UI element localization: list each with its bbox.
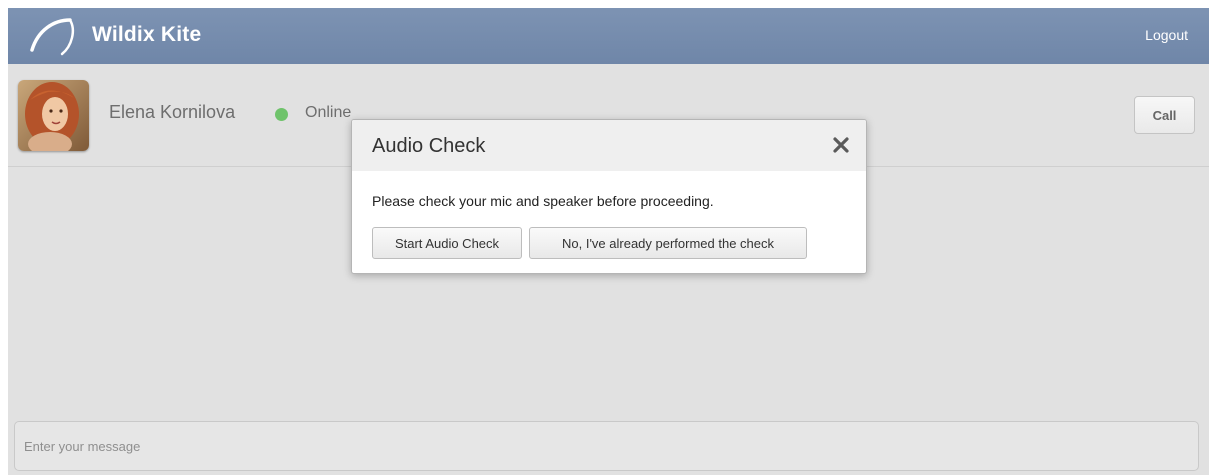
online-status-icon xyxy=(275,108,288,121)
avatar-photo xyxy=(18,80,89,151)
call-button[interactable]: Call xyxy=(1134,96,1195,134)
avatar xyxy=(18,80,89,151)
top-bar: Wildix Kite Logout xyxy=(8,8,1209,64)
logout-link[interactable]: Logout xyxy=(1145,27,1188,43)
dialog-header: Audio Check xyxy=(352,120,866,171)
dialog-message: Please check your mic and speaker before… xyxy=(372,193,714,209)
close-icon[interactable] xyxy=(828,132,854,158)
skip-audio-check-button[interactable]: No, I've already performed the check xyxy=(529,227,807,259)
contact-name: Elena Kornilova xyxy=(109,102,236,122)
brand-title: Wildix Kite xyxy=(92,23,202,46)
message-input[interactable] xyxy=(14,421,1199,471)
dialog-title: Audio Check xyxy=(372,135,486,157)
audio-check-dialog: Audio Check Please check your mic and sp… xyxy=(351,119,867,274)
status-label: Online xyxy=(305,104,352,121)
start-audio-check-button[interactable]: Start Audio Check xyxy=(372,227,522,259)
wildix-logo-icon xyxy=(30,18,74,56)
